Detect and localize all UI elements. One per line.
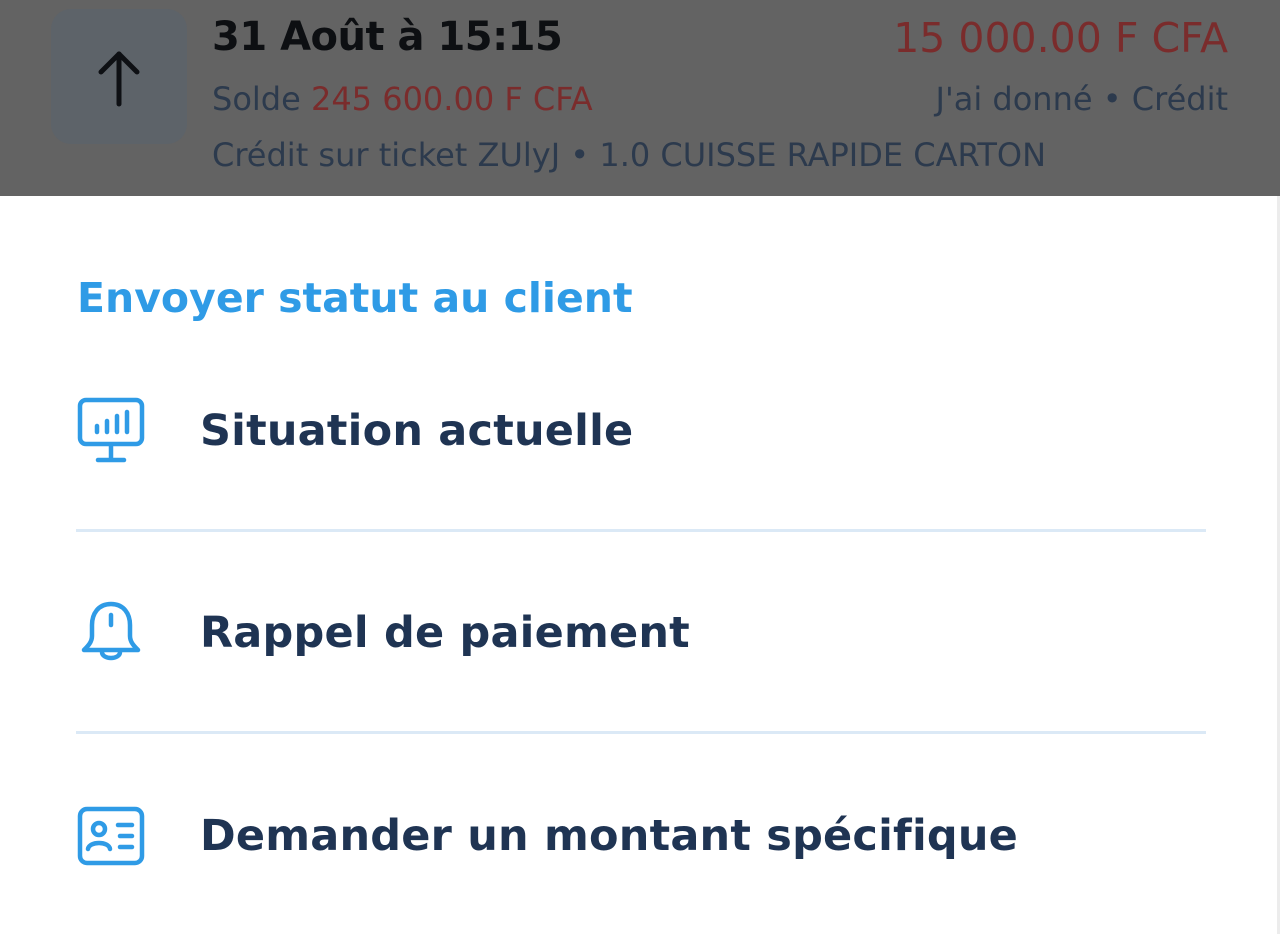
- option-situation-actuelle[interactable]: Situation actuelle: [76, 376, 1206, 486]
- transaction-balance: Solde 245 600.00 F CFA: [212, 80, 593, 118]
- transaction-row: 31 Août à 15:15 15 000.00 F CFA Solde 24…: [0, 0, 1280, 196]
- balance-label: Solde: [212, 80, 311, 118]
- bell-icon: [76, 598, 146, 668]
- transaction-description: Crédit sur ticket ZUlyJ • 1.0 CUISSE RAP…: [212, 136, 1047, 174]
- transaction-amount: 15 000.00 F CFA: [893, 14, 1228, 62]
- arrow-up-icon: [51, 9, 187, 144]
- send-status-sheet: Envoyer statut au client Situation actue…: [0, 196, 1280, 934]
- id-card-icon: [76, 801, 146, 871]
- option-label: Situation actuelle: [200, 406, 634, 456]
- option-label: Rappel de paiement: [200, 608, 690, 658]
- option-demander-montant[interactable]: Demander un montant spécifique: [76, 781, 1206, 891]
- monitor-chart-icon: [76, 396, 146, 466]
- divider: [76, 529, 1206, 532]
- option-label: Demander un montant spécifique: [200, 811, 1019, 861]
- sheet-title: Envoyer statut au client: [77, 274, 633, 322]
- transaction-kind: J'ai donné • Crédit: [935, 80, 1229, 118]
- transaction-date: 31 Août à 15:15: [212, 14, 563, 60]
- option-rappel-de-paiement[interactable]: Rappel de paiement: [76, 578, 1206, 688]
- balance-value: 245 600.00 F CFA: [310, 80, 593, 118]
- divider: [76, 731, 1206, 734]
